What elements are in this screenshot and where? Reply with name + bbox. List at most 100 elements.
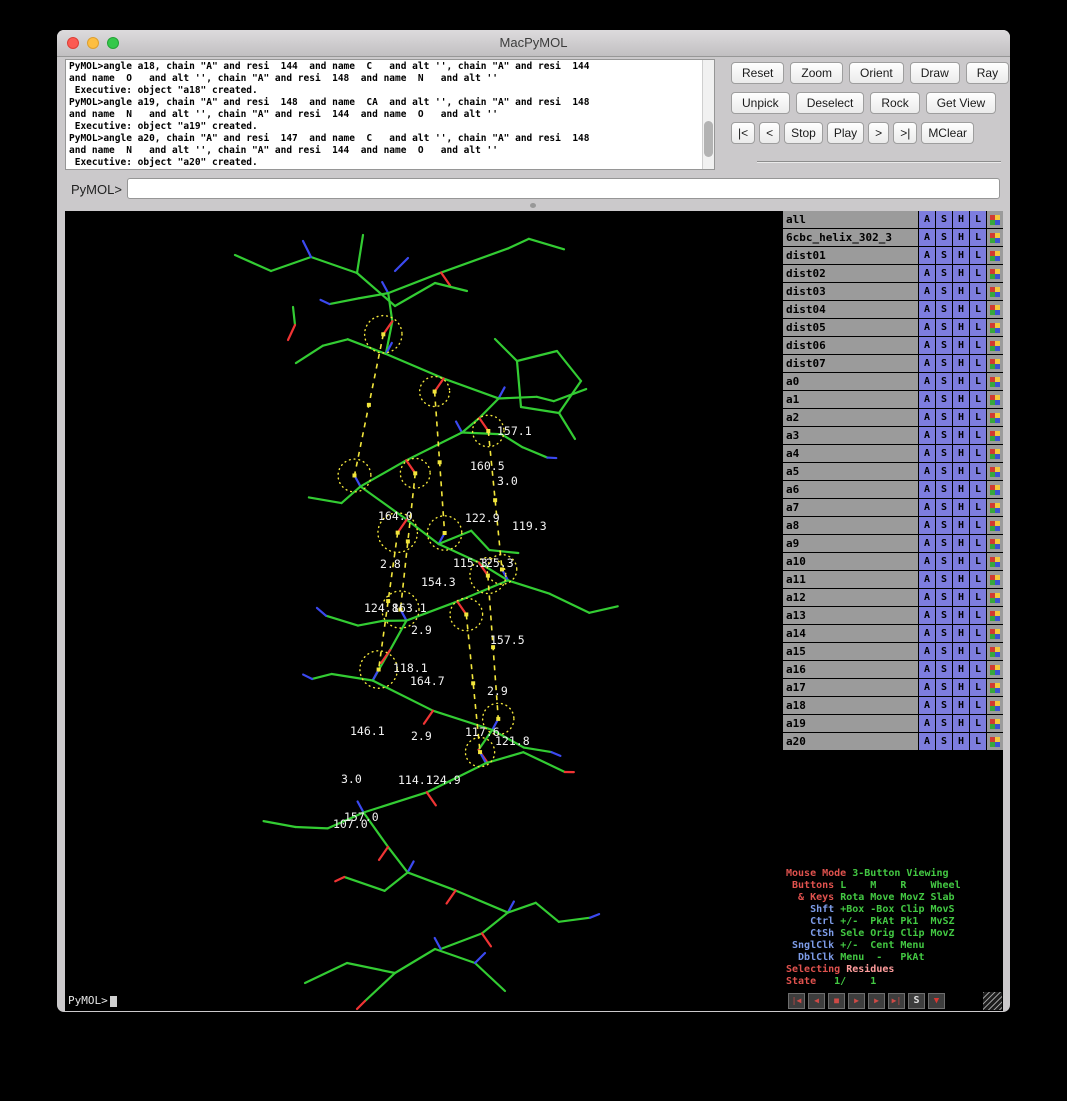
object-a-button[interactable]: A [919, 679, 935, 696]
object-s-button[interactable]: S [936, 661, 952, 678]
movie-first-button[interactable]: |< [731, 122, 755, 144]
movie-next-button[interactable]: > [868, 122, 889, 144]
object-c-button[interactable] [987, 535, 1003, 552]
movie-forward-button[interactable]: ▶ [868, 993, 885, 1009]
movie-play-button[interactable]: ▶ [848, 993, 865, 1009]
object-c-button[interactable] [987, 679, 1003, 696]
object-name[interactable]: a4 [783, 445, 918, 462]
object-c-button[interactable] [987, 391, 1003, 408]
object-s-button[interactable]: S [936, 247, 952, 264]
object-name[interactable]: a18 [783, 697, 918, 714]
object-name[interactable]: all [783, 211, 918, 228]
object-c-button[interactable] [987, 427, 1003, 444]
panel-menu-button[interactable]: ▼ [928, 993, 945, 1009]
object-name[interactable]: a6 [783, 481, 918, 498]
object-c-button[interactable] [987, 607, 1003, 624]
object-a-button[interactable]: A [919, 283, 935, 300]
unpick-button[interactable]: Unpick [731, 92, 790, 114]
object-h-button[interactable]: H [953, 499, 969, 516]
object-h-button[interactable]: H [953, 445, 969, 462]
movie-stop-button[interactable]: ■ [828, 993, 845, 1009]
object-name[interactable]: a19 [783, 715, 918, 732]
resize-grip[interactable] [983, 992, 1002, 1010]
object-h-button[interactable]: H [953, 643, 969, 660]
object-l-button[interactable]: L [970, 265, 986, 282]
zoom-window-button[interactable] [107, 37, 119, 49]
object-s-button[interactable]: S [936, 373, 952, 390]
object-s-button[interactable]: S [936, 589, 952, 606]
object-a-button[interactable]: A [919, 571, 935, 588]
object-name[interactable]: dist05 [783, 319, 918, 336]
object-a-button[interactable]: A [919, 517, 935, 534]
object-name[interactable]: a12 [783, 589, 918, 606]
object-s-button[interactable]: S [936, 409, 952, 426]
object-l-button[interactable]: L [970, 463, 986, 480]
object-h-button[interactable]: H [953, 571, 969, 588]
scene-button[interactable]: S [908, 993, 925, 1009]
object-a-button[interactable]: A [919, 553, 935, 570]
object-a-button[interactable]: A [919, 589, 935, 606]
object-h-button[interactable]: H [953, 247, 969, 264]
movie-back-button[interactable]: ◀ [808, 993, 825, 1009]
object-l-button[interactable]: L [970, 517, 986, 534]
viewer-canvas[interactable]: 157.1160.53.0164.0122.9119.32.8115.3125.… [65, 211, 783, 1011]
object-a-button[interactable]: A [919, 427, 935, 444]
object-s-button[interactable]: S [936, 733, 952, 750]
console-output[interactable]: PyMOL>angle a18, chain "A" and resi 144 … [65, 59, 715, 170]
object-l-button[interactable]: L [970, 571, 986, 588]
object-a-button[interactable]: A [919, 355, 935, 372]
object-s-button[interactable]: S [936, 211, 952, 228]
object-a-button[interactable]: A [919, 625, 935, 642]
movie-last-button[interactable]: >| [893, 122, 917, 144]
object-s-button[interactable]: S [936, 607, 952, 624]
deselect-button[interactable]: Deselect [796, 92, 865, 114]
object-c-button[interactable] [987, 283, 1003, 300]
object-h-button[interactable]: H [953, 211, 969, 228]
object-a-button[interactable]: A [919, 607, 935, 624]
object-c-button[interactable] [987, 517, 1003, 534]
console-scrollbar-thumb[interactable] [704, 121, 713, 157]
object-l-button[interactable]: L [970, 697, 986, 714]
mclear-button[interactable]: MClear [921, 122, 974, 144]
object-h-button[interactable]: H [953, 553, 969, 570]
object-l-button[interactable]: L [970, 301, 986, 318]
object-l-button[interactable]: L [970, 445, 986, 462]
object-h-button[interactable]: H [953, 319, 969, 336]
get-view-button[interactable]: Get View [926, 92, 996, 114]
object-a-button[interactable]: A [919, 265, 935, 282]
object-name[interactable]: a3 [783, 427, 918, 444]
object-s-button[interactable]: S [936, 571, 952, 588]
object-name[interactable]: dist01 [783, 247, 918, 264]
object-l-button[interactable]: L [970, 337, 986, 354]
object-l-button[interactable]: L [970, 355, 986, 372]
draw-button[interactable]: Draw [910, 62, 960, 84]
object-c-button[interactable] [987, 661, 1003, 678]
object-l-button[interactable]: L [970, 733, 986, 750]
object-s-button[interactable]: S [936, 715, 952, 732]
object-h-button[interactable]: H [953, 535, 969, 552]
object-h-button[interactable]: H [953, 661, 969, 678]
object-h-button[interactable]: H [953, 517, 969, 534]
object-c-button[interactable] [987, 265, 1003, 282]
object-l-button[interactable]: L [970, 535, 986, 552]
command-input[interactable] [127, 178, 1000, 199]
object-name[interactable]: a9 [783, 535, 918, 552]
object-l-button[interactable]: L [970, 247, 986, 264]
object-l-button[interactable]: L [970, 715, 986, 732]
object-c-button[interactable] [987, 355, 1003, 372]
object-l-button[interactable]: L [970, 589, 986, 606]
object-l-button[interactable]: L [970, 553, 986, 570]
object-h-button[interactable]: H [953, 463, 969, 480]
object-s-button[interactable]: S [936, 283, 952, 300]
object-l-button[interactable]: L [970, 391, 986, 408]
object-name[interactable]: a16 [783, 661, 918, 678]
reset-button[interactable]: Reset [731, 62, 784, 84]
object-l-button[interactable]: L [970, 211, 986, 228]
object-name[interactable]: dist07 [783, 355, 918, 372]
object-c-button[interactable] [987, 337, 1003, 354]
object-h-button[interactable]: H [953, 337, 969, 354]
object-a-button[interactable]: A [919, 535, 935, 552]
object-h-button[interactable]: H [953, 229, 969, 246]
object-h-button[interactable]: H [953, 427, 969, 444]
object-c-button[interactable] [987, 625, 1003, 642]
